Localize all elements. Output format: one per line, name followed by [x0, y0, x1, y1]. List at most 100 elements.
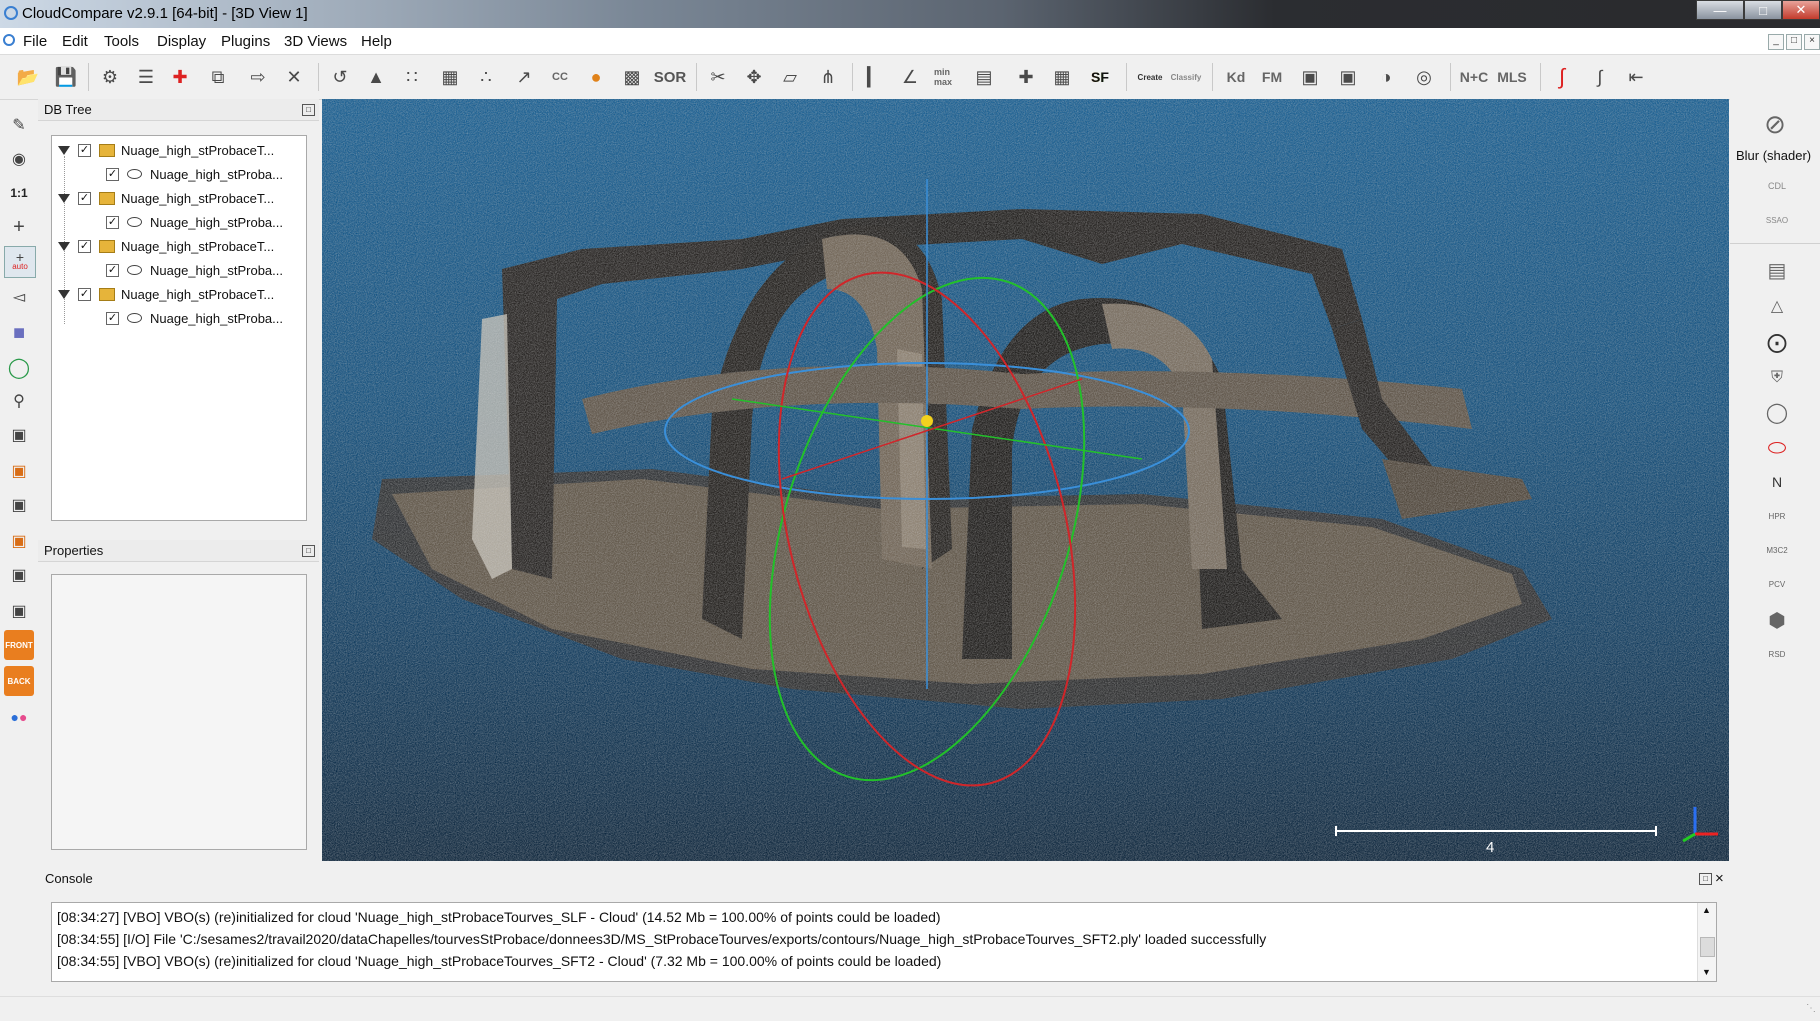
canupo-create-button[interactable]: Create: [1136, 63, 1164, 91]
menu-tools[interactable]: Tools: [104, 33, 139, 50]
visibility-checkbox[interactable]: ✓: [106, 167, 119, 181]
stereo-icon[interactable]: ● ●: [4, 702, 34, 732]
distance-icon[interactable]: ↗: [510, 63, 538, 91]
curve-icon[interactable]: ∫: [1548, 63, 1576, 91]
plugin-icon-2[interactable]: ▣: [1334, 63, 1362, 91]
view-bottom-icon[interactable]: ▣: [4, 560, 34, 590]
sf-button[interactable]: SF: [1086, 63, 1114, 91]
tree-item-folder-1[interactable]: ✓ Nuage_high_stProbaceT...: [58, 140, 274, 160]
visibility-checkbox[interactable]: ✓: [78, 191, 91, 205]
menu-3d-views[interactable]: 3D Views: [284, 33, 347, 50]
filter-icon[interactable]: ▤: [970, 63, 998, 91]
sample-icon[interactable]: ↺: [326, 63, 354, 91]
pick-icon[interactable]: ⋔: [814, 63, 842, 91]
scroll-thumb[interactable]: [1700, 937, 1715, 957]
view-top-icon[interactable]: ▣: [4, 420, 34, 450]
visibility-checkbox[interactable]: ✓: [78, 239, 91, 253]
checker-icon[interactable]: ▩: [618, 63, 646, 91]
expand-arrow-icon[interactable]: [58, 289, 70, 299]
tree-item-cloud-2[interactable]: ✓ Nuage_high_stProba...: [106, 212, 283, 232]
add-point-icon[interactable]: ✚: [166, 63, 194, 91]
histogram-icon[interactable]: ▎: [860, 63, 888, 91]
merge-icon[interactable]: ⧉: [204, 63, 232, 91]
visibility-checkbox[interactable]: ✓: [78, 143, 91, 157]
minimize-button[interactable]: —: [1696, 0, 1744, 20]
maximize-button[interactable]: □: [1744, 0, 1782, 20]
crosshair-icon[interactable]: +: [4, 212, 34, 242]
ellipse-icon[interactable]: ⬭: [1762, 433, 1792, 463]
npc-button[interactable]: N+C: [1460, 63, 1488, 91]
mls-button[interactable]: MLS: [1497, 63, 1527, 91]
menu-plugins[interactable]: Plugins: [221, 33, 270, 50]
expand-arrow-icon[interactable]: [58, 193, 70, 203]
view-left-icon[interactable]: ▣: [4, 490, 34, 520]
m3c2-button[interactable]: M3C2: [1762, 535, 1792, 565]
pencil-icon[interactable]: ✎: [4, 110, 34, 140]
iso-back-button[interactable]: BACK: [4, 666, 34, 696]
shield-icon[interactable]: ⛨: [1762, 363, 1792, 393]
noise-icon[interactable]: ∴: [472, 63, 500, 91]
normal-button[interactable]: N: [1762, 467, 1792, 497]
view-front-icon[interactable]: ▣: [4, 456, 34, 486]
auto-pivot-button[interactable]: + auto: [4, 246, 36, 278]
export-icon[interactable]: ⇤: [1622, 63, 1650, 91]
dbtree-float-button[interactable]: □: [302, 104, 315, 116]
visibility-checkbox[interactable]: ✓: [106, 215, 119, 229]
one-to-one-button[interactable]: 1:1: [4, 178, 34, 208]
hpr-button[interactable]: HPR: [1762, 501, 1792, 531]
hexagon-icon[interactable]: ⬢: [1762, 605, 1792, 635]
viewport-icon[interactable]: ◅: [4, 282, 34, 312]
view-back-icon[interactable]: ▣: [4, 596, 34, 626]
scroll-up-icon[interactable]: ▲: [1702, 905, 1711, 915]
section-icon[interactable]: ∫: [1586, 63, 1614, 91]
3d-view[interactable]: 4: [322, 99, 1729, 861]
delete-icon[interactable]: ✕: [280, 63, 308, 91]
zoom-icon[interactable]: ⚲: [4, 386, 34, 416]
sf-plugin-icon[interactable]: ◯: [1762, 397, 1792, 427]
blur-shader-icon[interactable]: ⊘: [1760, 109, 1790, 139]
pcv-button[interactable]: PCV: [1762, 569, 1792, 599]
scroll-down-icon[interactable]: ▼: [1702, 967, 1711, 977]
settings-icon[interactable]: ⚙: [96, 63, 124, 91]
sphere-icon[interactable]: ◑: [1372, 63, 1400, 91]
menu-help[interactable]: Help: [361, 33, 392, 50]
mdi-minimize-button[interactable]: _: [1768, 34, 1784, 50]
ssao-shader-button[interactable]: SSAO: [1762, 205, 1792, 235]
register-icon[interactable]: ⇨: [244, 63, 272, 91]
translate-icon[interactable]: ✥: [740, 63, 768, 91]
axis-icon[interactable]: ∠: [896, 63, 924, 91]
segment-icon[interactable]: ●: [582, 63, 610, 91]
fm-button[interactable]: FM: [1258, 63, 1286, 91]
canupo-classify-button[interactable]: Classify: [1171, 63, 1202, 91]
mesh-icon[interactable]: ▦: [436, 63, 464, 91]
menu-display[interactable]: Display: [157, 33, 206, 50]
cdl-shader-button[interactable]: CDL: [1762, 171, 1792, 201]
list-icon[interactable]: ☰: [132, 63, 160, 91]
menu-edit[interactable]: Edit: [62, 33, 88, 50]
kd-button[interactable]: Kd: [1222, 63, 1250, 91]
camera-icon[interactable]: ◉: [4, 144, 34, 174]
iso-front-button[interactable]: FRONT: [4, 630, 34, 660]
tree-item-cloud-1[interactable]: ✓ Nuage_high_stProba...: [106, 164, 283, 184]
sor-button[interactable]: SOR: [654, 63, 687, 91]
app-menu-icon[interactable]: [3, 34, 15, 46]
view-right-icon[interactable]: ▣: [4, 526, 34, 556]
open-icon[interactable]: 📂: [14, 63, 42, 91]
cube-view-icon[interactable]: ■: [4, 318, 34, 348]
calculator-icon[interactable]: ▦: [1048, 63, 1076, 91]
plugin-icon-1[interactable]: ▣: [1296, 63, 1324, 91]
rotation-center-icon[interactable]: ◯: [4, 352, 34, 382]
plus-icon[interactable]: ✚: [1012, 63, 1040, 91]
globe-icon[interactable]: ◎: [1410, 63, 1438, 91]
menu-file[interactable]: File: [23, 33, 47, 50]
tree-item-folder-3[interactable]: ✓ Nuage_high_stProbaceT...: [58, 236, 274, 256]
tree-item-cloud-4[interactable]: ✓ Nuage_high_stProba...: [106, 308, 283, 328]
mdi-restore-button[interactable]: □: [1786, 34, 1802, 50]
visibility-checkbox[interactable]: ✓: [106, 311, 119, 325]
mdi-close-button[interactable]: ×: [1804, 34, 1820, 50]
console-close-button[interactable]: ×: [1715, 868, 1724, 890]
expand-arrow-icon[interactable]: [58, 145, 70, 155]
normals-icon[interactable]: ▲: [362, 63, 390, 91]
properties-float-button[interactable]: □: [302, 545, 315, 557]
expand-arrow-icon[interactable]: [58, 241, 70, 251]
